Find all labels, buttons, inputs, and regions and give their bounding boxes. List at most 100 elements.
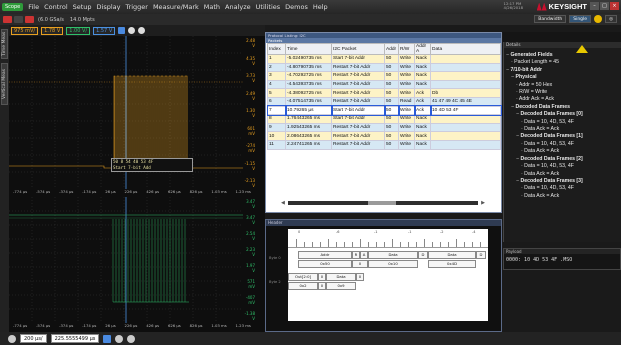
- tree-node[interactable]: − Decoded Data Frames [2]: [504, 156, 621, 163]
- trigger-status-icon[interactable]: [594, 15, 603, 23]
- column-header-addr-ack[interactable]: Addr A: [414, 43, 431, 55]
- table-row[interactable]: 6 -4.07514735 ms Restart 7-bit Addr 50 Read A…: [267, 96, 501, 107]
- bitfield-data[interactable]: Data: [428, 251, 476, 259]
- minimize-icon[interactable]: –: [590, 2, 599, 10]
- bitfield-bit[interactable]: 0: [356, 273, 364, 281]
- close-icon[interactable]: ×: [610, 2, 619, 10]
- decode-annotation-box[interactable]: 50 8 54 40 53 4F Start 7-bit Add: [111, 158, 193, 172]
- table-row[interactable]: 2 -4.80790735 ms Restart 7-bit Addr 50 Write…: [267, 62, 501, 73]
- channel3-level[interactable]: 1.57 V: [93, 26, 116, 35]
- scrollbar-thumb[interactable]: [368, 201, 396, 205]
- table-row[interactable]: 11 2.24741265 ms Restart 7-bit Addr 50 Write…: [267, 139, 501, 150]
- tree-node[interactable]: - R/W = Write: [504, 89, 621, 96]
- table-row[interactable]: 3 -4.70292725 ms Restart 7-bit Addr 50 Write…: [267, 71, 501, 81]
- menu-demos[interactable]: Demos: [285, 3, 308, 11]
- table-row[interactable]: 10 2.08643265 ms Restart 7-bit Addr 50 Write…: [267, 131, 501, 141]
- bitfield-out[interactable]: Out[2:0]: [288, 273, 318, 281]
- bitfield-bit[interactable]: 0: [318, 273, 326, 281]
- menu-analyze[interactable]: Analyze: [225, 3, 251, 11]
- tree-node-label: R/W = Write: [519, 89, 548, 96]
- bandwidth-button[interactable]: Bandwidth: [534, 15, 567, 23]
- table-row[interactable]: 1 -5.02490735 ms Start 7-bit Addr 50 Write Na…: [267, 54, 501, 64]
- tree-node[interactable]: - Data Ack = Ack: [504, 148, 621, 155]
- lower-waveform-grid[interactable]: 3.47 V 3.47 V 2.54 V 2.23 V 1.97 V 571 m…: [9, 197, 255, 323]
- tree-node[interactable]: - Data = 10, 4D, 53, 4F: [504, 163, 621, 170]
- table-row[interactable]: 8 1.76443265 ms Start 7-bit Addr 50 Write Nac…: [267, 114, 501, 124]
- tree-node[interactable]: - Data Ack = Ack: [504, 171, 621, 178]
- scroll-left-icon[interactable]: ◀: [281, 200, 285, 206]
- tree-node[interactable]: − Generated Fields: [504, 52, 621, 59]
- add-channel-icon[interactable]: [128, 27, 136, 34]
- menu-help[interactable]: Help: [313, 3, 328, 11]
- navigate-forward-icon[interactable]: [127, 334, 136, 343]
- tree-node[interactable]: - Data = 10, 4D, 53, 4F: [504, 185, 621, 192]
- menu-display[interactable]: Display: [97, 3, 121, 11]
- column-header-addr[interactable]: Addr: [384, 43, 399, 55]
- menu-trigger[interactable]: Trigger: [126, 3, 148, 11]
- tab-time-meas[interactable]: Time Meas: [1, 29, 8, 59]
- bitfield-ack[interactable]: A: [360, 251, 368, 259]
- menu-math[interactable]: Math: [204, 3, 220, 11]
- channel1-offset[interactable]: 1.78 V: [41, 26, 64, 35]
- bitfield-d[interactable]: D: [418, 251, 428, 259]
- timebase-field[interactable]: 200 µs/: [20, 334, 47, 343]
- math-channel-icon[interactable]: [118, 27, 126, 34]
- column-header-packet[interactable]: I2C Packet: [331, 43, 385, 55]
- tree-node[interactable]: − Decoded Data Frames [1]: [504, 133, 621, 140]
- tree-node[interactable]: - Data Ack = Ack: [504, 193, 621, 200]
- menu-control[interactable]: Control: [44, 3, 68, 11]
- tree-node[interactable]: − Physical: [504, 74, 621, 81]
- bitfield-rw[interactable]: R: [352, 251, 360, 259]
- tree-node[interactable]: − 7/10-bit Addr: [504, 67, 621, 74]
- channel1-scale[interactable]: 975 mV/: [11, 26, 39, 35]
- navigate-icon[interactable]: [138, 27, 146, 34]
- bitfield-d[interactable]: D: [476, 251, 486, 259]
- column-header-index[interactable]: Index: [267, 43, 286, 55]
- bitfield-view[interactable]: 0 -6 -1 -1 -2 -4 Addr R A Data D Data D …: [288, 229, 488, 321]
- single-button[interactable]: Single: [569, 15, 592, 23]
- table-row[interactable]: 4 -4.54393735 ms Restart 7-bit Addr 50 Write…: [267, 79, 501, 90]
- column-header-rw[interactable]: R/W: [398, 43, 415, 55]
- tree-node[interactable]: - Data = 10, 4D, 53, 4F: [504, 119, 621, 126]
- tree-node[interactable]: − Decoded Data Frames [3]: [504, 178, 621, 185]
- menu-file[interactable]: File: [28, 3, 39, 11]
- single-acq-icon[interactable]: [14, 16, 23, 23]
- scope-brand-button[interactable]: Scope: [2, 3, 24, 11]
- table-cell: [430, 139, 501, 150]
- column-header-time[interactable]: Time: [285, 43, 332, 55]
- table-cell: [430, 54, 501, 64]
- bitfield-addr[interactable]: Addr: [298, 251, 352, 259]
- tree-node[interactable]: − Decoded Data Frames: [504, 104, 621, 111]
- table-cell: -4.07514735 ms: [285, 96, 332, 107]
- menu-setup[interactable]: Setup: [73, 3, 92, 11]
- zoom-icon[interactable]: [103, 334, 112, 343]
- tree-node[interactable]: − Decoded Data Frames [0]: [504, 111, 621, 118]
- tree-node[interactable]: - Data = 10, 4D, 53, 4F: [504, 141, 621, 148]
- protocol-listing-panel: Protocol Listing: I2C Packets Index Time…: [265, 32, 502, 213]
- table-cell: Nack: [414, 62, 431, 73]
- channel2-scale[interactable]: 1.00 V/: [66, 26, 91, 35]
- menu-utilities[interactable]: Utilities: [256, 3, 280, 11]
- navigate-back-icon[interactable]: [115, 334, 124, 343]
- bitfield-data[interactable]: Data: [368, 251, 418, 259]
- table-row-selected[interactable]: 7 10.79265 µs Start 7-bit Addr 50 Write Ack 10…: [266, 105, 502, 116]
- table-row[interactable]: 9 1.92543265 ms Restart 7-bit Addr 50 Write N…: [267, 122, 501, 133]
- horizontal-position-field[interactable]: 225.5555499 µs: [50, 334, 100, 343]
- column-header-data[interactable]: Data: [430, 43, 501, 55]
- stop-button[interactable]: [25, 16, 34, 23]
- restore-icon[interactable]: □: [600, 2, 609, 10]
- menu-measure-mark[interactable]: Measure/Mark: [153, 3, 199, 11]
- x-tick-label: 26 µs: [105, 323, 116, 328]
- tab-vertical-meas[interactable]: Vertical Meas: [1, 63, 8, 105]
- table-row[interactable]: 5 -4.38092725 ms Restart 7-bit Addr 50 Write…: [267, 88, 501, 98]
- horizontal-settings-icon[interactable]: [8, 334, 16, 343]
- tree-node[interactable]: - Packet Length = 45: [504, 59, 621, 66]
- run-stop-button[interactable]: [3, 16, 12, 23]
- tree-node[interactable]: - Addr Ack = Ack: [504, 96, 621, 103]
- listing-horizontal-scrollbar[interactable]: ◀ ▶: [281, 200, 485, 206]
- tree-node[interactable]: - Addr = 50 Hex: [504, 82, 621, 89]
- display-toggle-icon[interactable]: ◎: [605, 15, 617, 23]
- bitfield-data[interactable]: Data: [326, 273, 356, 281]
- tree-node[interactable]: - Data Ack = Ack: [504, 126, 621, 133]
- scroll-right-icon[interactable]: ▶: [481, 200, 485, 206]
